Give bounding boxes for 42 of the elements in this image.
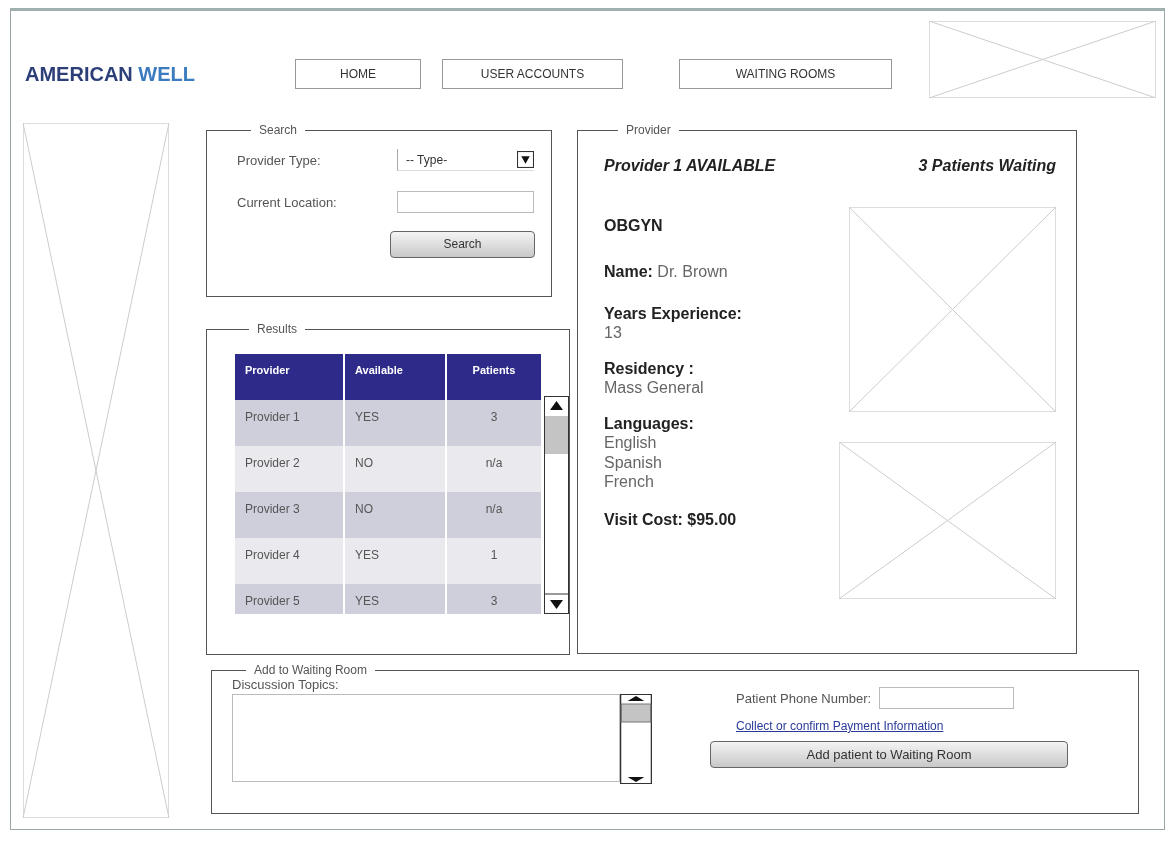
detail-value: English (604, 433, 658, 453)
detail-value: 13 (604, 323, 623, 343)
phone-field[interactable] (879, 687, 1015, 709)
table-cell: YES (345, 584, 447, 614)
detail-value: French (604, 471, 655, 491)
scrollbar[interactable] (544, 396, 569, 614)
logo: AMERICAN WELL (25, 62, 196, 86)
specialty: OBGYN (604, 217, 664, 235)
table-cell-text: 1 (489, 547, 499, 564)
table-cell-text: 3 (489, 593, 499, 610)
patients-waiting: 3 Patients Waiting (918, 157, 1056, 175)
caret-icon (517, 151, 534, 168)
panel-title: Add to Waiting Room (253, 663, 368, 677)
table-cell-text: n/a (484, 455, 504, 472)
provider-type-dropdown[interactable]: -- Type- (397, 149, 534, 171)
scrollbar[interactable] (620, 694, 652, 784)
visit-cost: Visit Cost: $95.00 (604, 510, 738, 529)
location-field[interactable] (397, 191, 534, 213)
detail-label: Residency : (604, 360, 695, 379)
provider-status: Provider 1 AVAILABLE (604, 157, 776, 175)
field-label: Discussion Topics: (232, 677, 340, 692)
detail-value: Spanish (604, 452, 663, 472)
panel-title: Results (256, 322, 298, 336)
detail-label: Languages: (604, 415, 695, 434)
table-cell-text: 3 (489, 409, 499, 426)
detail-label: Years Experience: (604, 305, 742, 323)
nav-button[interactable]: WAITING ROOMS (679, 59, 892, 89)
field-label: Provider Type: (237, 152, 322, 168)
table-cell: Provider 5 (235, 584, 345, 614)
table-cell-text: n/a (484, 501, 504, 518)
panel-title: Provider (625, 123, 672, 137)
nav-button[interactable]: USER ACCOUNTS (442, 59, 623, 89)
nav-button[interactable]: HOME (295, 59, 421, 89)
column-header: Patients (471, 363, 517, 378)
field-label: Patient Phone Number: (736, 690, 872, 706)
panel-title: Search (258, 123, 299, 137)
detail-value: Mass General (604, 378, 705, 398)
payment-link[interactable]: Collect or confirm Payment Information (736, 719, 1068, 733)
field-label: Current Location: (237, 194, 338, 210)
add-patient-button[interactable]: Add patient to Waiting Room (710, 741, 1068, 768)
provider-name: Name: Dr. Brown (604, 263, 729, 281)
search-button[interactable]: Search (390, 230, 535, 258)
